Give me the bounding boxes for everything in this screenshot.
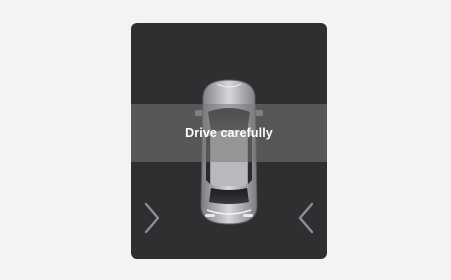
notification-banner: Drive carefully — [131, 104, 327, 162]
notification-text: Drive carefully — [185, 126, 273, 140]
chevron-right-icon[interactable] — [141, 200, 163, 236]
chevron-left-icon[interactable] — [295, 200, 317, 236]
vehicle-status-panel: Drive carefully — [131, 23, 327, 259]
screen: Drive carefully — [0, 0, 451, 280]
